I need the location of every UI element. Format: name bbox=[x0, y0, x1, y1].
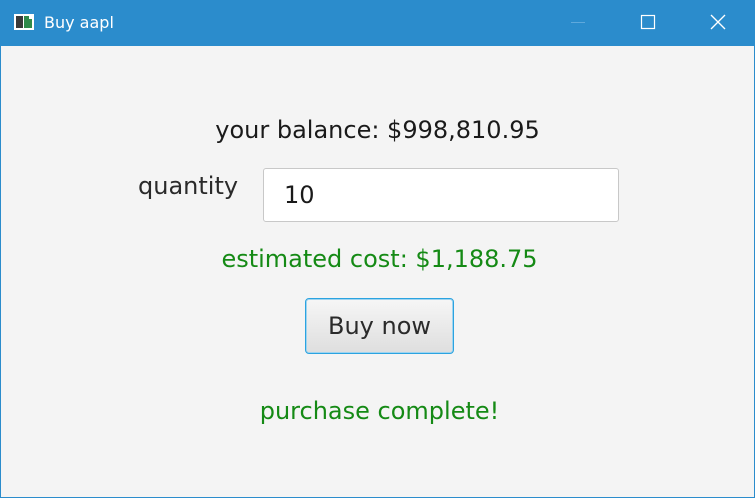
quantity-input[interactable] bbox=[263, 168, 619, 222]
buy-now-button[interactable]: Buy now bbox=[305, 298, 454, 354]
close-icon bbox=[710, 14, 726, 34]
close-button[interactable] bbox=[695, 1, 741, 46]
buy-dialog-window: Buy aapl your balance: $998,810.95 quant… bbox=[0, 0, 755, 498]
title-bar[interactable]: Buy aapl bbox=[1, 1, 754, 46]
balance-label: your balance: $998,810.95 bbox=[215, 116, 540, 144]
estimated-cost-label: estimated cost: $1,188.75 bbox=[221, 245, 538, 273]
maximize-button[interactable] bbox=[625, 1, 671, 46]
maximize-icon bbox=[640, 14, 656, 34]
quantity-label: quantity bbox=[138, 172, 239, 200]
minimize-icon bbox=[571, 14, 585, 33]
app-window-icon bbox=[14, 14, 34, 30]
status-message: purchase complete! bbox=[259, 397, 500, 425]
minimize-button[interactable] bbox=[555, 1, 601, 46]
dialog-content: your balance: $998,810.95 quantity estim… bbox=[1, 46, 754, 497]
window-title: Buy aapl bbox=[44, 13, 114, 32]
